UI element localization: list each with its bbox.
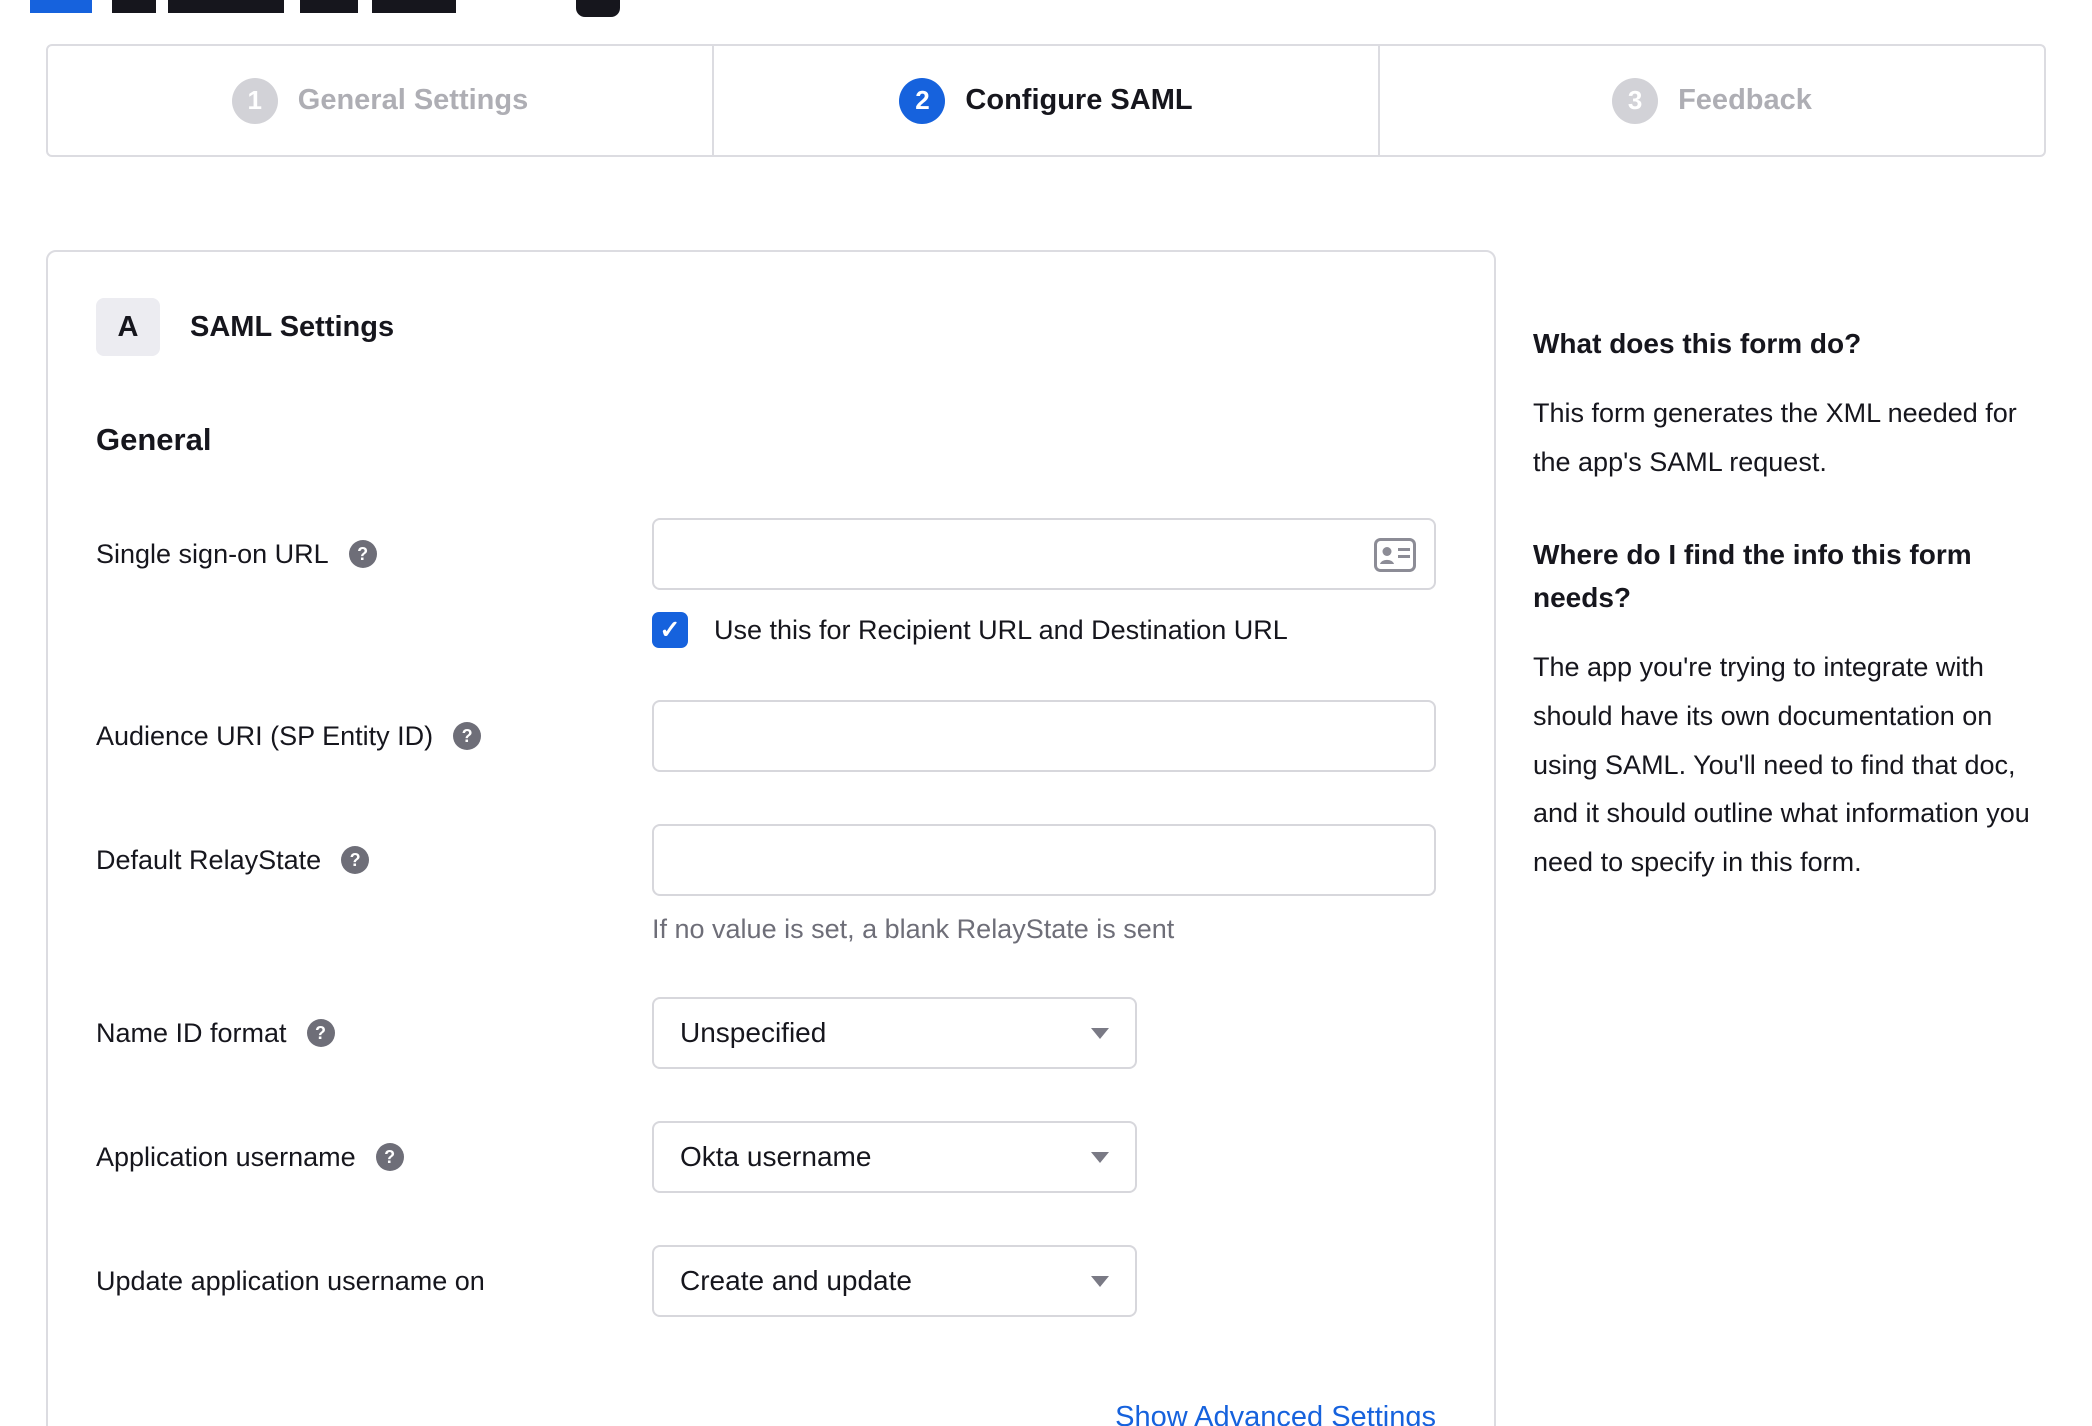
caret-down-icon [1091, 1027, 1109, 1039]
audience-uri-row: Audience URI (SP Entity ID) ? [96, 700, 1446, 772]
update-app-username-row: Update application username on Create an… [96, 1245, 1446, 1317]
sso-url-label: Single sign-on URL [96, 538, 329, 569]
help-icon[interactable]: ? [341, 846, 370, 874]
relay-state-row: Default RelayState ? If no value is set,… [96, 824, 1446, 945]
section-header: A SAML Settings [96, 298, 1446, 356]
clipped-header-fragment [112, 0, 156, 13]
app-username-row: Application username ? Okta username [96, 1121, 1446, 1193]
show-advanced-settings-link[interactable]: Show Advanced Settings [1115, 1401, 1436, 1426]
sidebar-paragraph: The app you're trying to integrate with … [1533, 652, 2030, 877]
audience-uri-input[interactable] [652, 700, 1436, 772]
caret-down-icon [1091, 1275, 1109, 1287]
saml-form: Single sign-on URL ? ✓ Use this for Reci… [96, 518, 1446, 1317]
relay-state-hint: If no value is set, a blank RelayState i… [652, 914, 1175, 944]
name-id-format-row: Name ID format ? Unspecified [96, 997, 1446, 1069]
app-username-select[interactable]: Okta username [652, 1121, 1137, 1193]
clipped-header-fragment [300, 0, 358, 13]
relay-state-input[interactable] [652, 824, 1436, 896]
wizard-stepper: 1 General Settings 2 Configure SAML 3 Fe… [46, 44, 2046, 157]
step-general-settings[interactable]: 1 General Settings [48, 46, 712, 155]
contact-card-icon [1374, 538, 1416, 572]
use-for-recipient-label: Use this for Recipient URL and Destinati… [714, 614, 1288, 645]
help-icon[interactable]: ? [375, 1143, 404, 1171]
sidebar-heading: What does this form do? [1533, 328, 1862, 359]
step-label: Configure SAML [965, 84, 1193, 116]
checkmark-icon: ✓ [659, 615, 681, 644]
use-for-recipient-checkbox[interactable]: ✓ [652, 612, 688, 648]
clipped-header-fragment [168, 0, 284, 13]
group-title: General [96, 422, 212, 457]
caret-down-icon [1091, 1151, 1109, 1163]
relay-state-label: Default RelayState [96, 844, 322, 875]
section-title: SAML Settings [190, 310, 395, 343]
update-app-username-value: Create and update [680, 1265, 912, 1296]
sso-url-input[interactable] [652, 518, 1436, 590]
audience-uri-label: Audience URI (SP Entity ID) [96, 720, 434, 751]
clipped-header-fragment [372, 0, 456, 13]
sidebar-heading: Where do I find the info this form needs… [1533, 538, 1972, 613]
help-icon[interactable]: ? [306, 1019, 335, 1047]
app-username-label: Application username [96, 1141, 356, 1172]
configure-saml-page: 1 General Settings 2 Configure SAML 3 Fe… [0, 0, 2092, 1426]
update-app-username-select[interactable]: Create and update [652, 1245, 1137, 1317]
step-configure-saml[interactable]: 2 Configure SAML [712, 46, 1378, 155]
sidebar-paragraph: This form generates the XML needed for t… [1533, 398, 2017, 477]
step-number-badge: 3 [1612, 77, 1659, 124]
update-app-username-label: Update application username on [96, 1265, 485, 1296]
help-sidebar: What does this form do? This form genera… [1533, 322, 2049, 932]
saml-settings-card: A SAML Settings General Single sign-on U… [46, 250, 1496, 1426]
name-id-format-label: Name ID format [96, 1017, 287, 1048]
step-number-badge: 2 [899, 77, 946, 124]
app-username-value: Okta username [680, 1141, 872, 1172]
help-icon[interactable]: ? [453, 722, 482, 750]
name-id-format-value: Unspecified [680, 1017, 827, 1048]
sso-url-row: Single sign-on URL ? ✓ Use this for Reci… [96, 518, 1446, 648]
step-label: Feedback [1678, 84, 1812, 116]
clipped-header-fragment [30, 0, 92, 13]
help-icon[interactable]: ? [348, 540, 377, 568]
step-label: General Settings [297, 84, 529, 116]
name-id-format-select[interactable]: Unspecified [652, 997, 1137, 1069]
section-badge: A [96, 298, 160, 356]
step-number-badge: 1 [231, 77, 278, 124]
clipped-header-fragment [576, 0, 620, 17]
step-feedback[interactable]: 3 Feedback [1378, 46, 2044, 155]
